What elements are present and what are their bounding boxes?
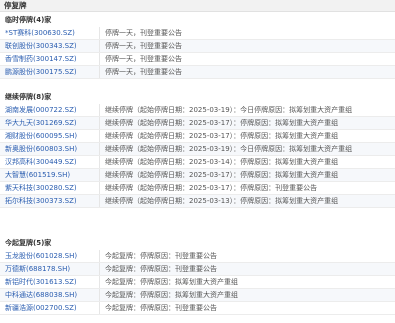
section-title: 临时停牌(4)家 — [5, 16, 52, 24]
stock-name-link[interactable]: 鹏源股份(300175.SZ) — [0, 66, 100, 78]
stock-name-link[interactable]: 玉龙股份(601028.SH) — [0, 250, 100, 262]
section-title: 继续停牌(8)家 — [5, 93, 52, 101]
table-row[interactable]: 新奥股份(600803.SH) 继续停牌（起始停牌日期：2025-03-19）：… — [0, 143, 395, 156]
stock-name-link[interactable]: 华大九天(301269.SZ) — [0, 117, 100, 129]
suspension-info: 今起复牌：停牌原因：拟筹划重大资产重组 — [105, 291, 238, 299]
section-temporary-suspension: 临时停牌(4)家 *ST赛科(300630.SZ) 停牌一天，刊登重要公告 联创… — [0, 14, 395, 79]
table-row[interactable]: 香雪制药(300147.SZ) 停牌一天，刊登重要公告 — [0, 53, 395, 66]
suspension-info: 今起复牌：停牌原因：刊登重要公告 — [105, 252, 217, 260]
table-row[interactable]: 汉邦高科(300449.SZ) 继续停牌（起始停牌日期：2025-03-14）：… — [0, 156, 395, 169]
table-row[interactable]: 万德斯(688178.SH) 今起复牌：停牌原因：刊登重要公告 — [0, 263, 395, 276]
table-row[interactable]: 华大九天(301269.SZ) 继续停牌（起始停牌日期：2025-03-17）：… — [0, 117, 395, 130]
stock-name-link[interactable]: 湘财股份(600095.SH) — [0, 130, 100, 142]
table-row[interactable]: 紫天科技(300280.SZ) 继续停牌（起始停牌日期：2025-03-17）：… — [0, 182, 395, 195]
suspension-info: 继续停牌（起始停牌日期：2025-03-19）：今日停牌原因：拟筹划重大资产重组 — [105, 106, 353, 114]
table-row[interactable]: 鹏源股份(300175.SZ) 停牌一天，刊登重要公告 — [0, 66, 395, 79]
table-row[interactable]: 中科通达(688038.SH) 今起复牌：停牌原因：拟筹划重大资产重组 — [0, 289, 395, 302]
section-continued-suspension: 继续停牌(8)家 湖南发展(000722.SZ) 继续停牌（起始停牌日期：202… — [0, 91, 395, 208]
table-row[interactable]: 联创股份(300343.SZ) 停牌一天，刊登重要公告 — [0, 40, 395, 53]
suspension-info: 继续停牌（起始停牌日期：2025-03-17）：停牌原因：拟筹划重大资产重组 — [105, 171, 339, 179]
section-resumed-today: 今起复牌(5)家 玉龙股份(601028.SH) 今起复牌：停牌原因：刊登重要公… — [0, 237, 395, 315]
table-row[interactable]: 湘财股份(600095.SH) 继续停牌（起始停牌日期：2025-03-17）：… — [0, 130, 395, 143]
stock-name-link[interactable]: 汉邦高科(300449.SZ) — [0, 156, 100, 168]
stock-name-link[interactable]: 香雪制药(300147.SZ) — [0, 53, 100, 65]
suspension-info: 继续停牌（起始停牌日期：2025-03-17）：停牌原因：刊登重要公告 — [105, 184, 318, 192]
page-title: 停复牌 — [0, 0, 395, 12]
stock-name-link[interactable]: 新奥股份(600803.SH) — [0, 143, 100, 155]
table-row[interactable]: 新铝时代(301613.SZ) 今起复牌：停牌原因：拟筹划重大资产重组 — [0, 276, 395, 289]
suspension-info: 今起复牌：停牌原因：拟筹划重大资产重组 — [105, 278, 238, 286]
suspension-info: 停牌一天，刊登重要公告 — [105, 68, 182, 76]
suspension-info: 继续停牌（起始停牌日期：2025-03-19）：今日停牌原因：拟筹划重大资产重组 — [105, 145, 353, 153]
suspension-info: 继续停牌（起始停牌日期：2025-03-17）：停牌原因：拟筹划重大资产重组 — [105, 132, 339, 140]
stock-name-link[interactable]: 中科通达(688038.SH) — [0, 289, 100, 301]
suspension-info: 今起复牌：停牌原因：刊登重要公告 — [105, 265, 217, 273]
suspension-info: 今起复牌：停牌原因：刊登重要公告 — [105, 304, 217, 312]
table-row[interactable]: *ST赛科(300630.SZ) 停牌一天，刊登重要公告 — [0, 27, 395, 40]
suspension-info: 继续停牌（起始停牌日期：2025-03-14）：停牌原因：拟筹划重大资产重组 — [105, 158, 339, 166]
suspension-info: 停牌一天，刊登重要公告 — [105, 55, 182, 63]
suspension-info: 继续停牌（起始停牌日期：2025-03-17）：停牌原因：拟筹划重大资产重组 — [105, 119, 339, 127]
suspension-info: 停牌一天，刊登重要公告 — [105, 42, 182, 50]
table-row[interactable]: 新疆浩源(002700.SZ) 今起复牌：停牌原因：刊登重要公告 — [0, 302, 395, 315]
suspension-info: 停牌一天，刊登重要公告 — [105, 29, 182, 37]
stock-name-link[interactable]: 新铝时代(301613.SZ) — [0, 276, 100, 288]
stock-name-link[interactable]: 联创股份(300343.SZ) — [0, 40, 100, 52]
stock-name-link[interactable]: *ST赛科(300630.SZ) — [0, 27, 100, 39]
stock-name-link[interactable]: 新疆浩源(002700.SZ) — [0, 302, 100, 314]
stock-name-link[interactable]: 紫天科技(300280.SZ) — [0, 182, 100, 194]
stock-name-link[interactable]: 湖南发展(000722.SZ) — [0, 104, 100, 116]
stock-name-link[interactable]: 万德斯(688178.SH) — [0, 263, 100, 275]
table-row[interactable]: 拓尔科技(300373.SZ) 继续停牌（起始停牌日期：2025-03-13）：… — [0, 195, 395, 208]
table-row[interactable]: 湖南发展(000722.SZ) 继续停牌（起始停牌日期：2025-03-19）：… — [0, 104, 395, 117]
stock-name-link[interactable]: 拓尔科技(300373.SZ) — [0, 195, 100, 207]
suspension-info: 继续停牌（起始停牌日期：2025-03-13）：停牌原因：拟筹划重大资产重组 — [105, 197, 339, 205]
table-row[interactable]: 玉龙股份(601028.SH) 今起复牌：停牌原因：刊登重要公告 — [0, 250, 395, 263]
section-title: 今起复牌(5)家 — [5, 239, 52, 247]
table-row[interactable]: 大智慧(601519.SH) 继续停牌（起始停牌日期：2025-03-17）：停… — [0, 169, 395, 182]
stock-name-link[interactable]: 大智慧(601519.SH) — [0, 169, 100, 181]
